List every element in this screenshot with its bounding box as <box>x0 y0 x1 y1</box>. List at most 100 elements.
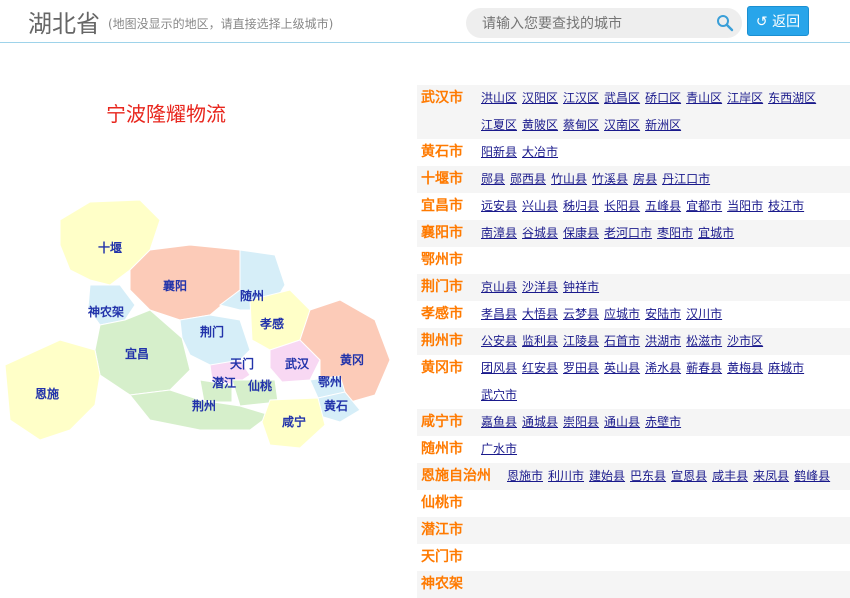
district-link[interactable]: 枝江市 <box>768 193 804 220</box>
district-link[interactable]: 汉川市 <box>686 301 722 328</box>
district-link[interactable]: 洪湖市 <box>645 328 681 355</box>
district-link[interactable]: 公安县 <box>481 328 517 355</box>
district-link[interactable]: 恩施市 <box>507 463 543 490</box>
district-link[interactable]: 麻城市 <box>768 355 804 382</box>
district-link[interactable]: 石首市 <box>604 328 640 355</box>
map-label: 仙桃 <box>248 378 272 393</box>
district-link[interactable]: 赤壁市 <box>645 409 681 436</box>
city-link[interactable]: 黄石市 <box>417 139 481 166</box>
back-button[interactable]: ↺ 返回 <box>747 6 809 36</box>
district-link[interactable]: 嘉鱼县 <box>481 409 517 436</box>
district-link[interactable]: 五峰县 <box>645 193 681 220</box>
search-input[interactable] <box>480 14 704 34</box>
district-link[interactable]: 当阳市 <box>727 193 763 220</box>
district-link[interactable]: 谷城县 <box>522 220 558 247</box>
district-link[interactable]: 汉南区 <box>604 112 640 139</box>
city-link[interactable]: 襄阳市 <box>417 220 481 247</box>
city-link[interactable]: 宜昌市 <box>417 193 481 220</box>
district-link[interactable]: 安陆市 <box>645 301 681 328</box>
city-link[interactable]: 天门市 <box>417 544 481 571</box>
district-link[interactable]: 保康县 <box>563 220 599 247</box>
district-link[interactable]: 武昌区 <box>604 85 640 112</box>
district-link[interactable]: 崇阳县 <box>563 409 599 436</box>
district-link[interactable]: 红安县 <box>522 355 558 382</box>
district-link[interactable]: 阳新县 <box>481 139 517 166</box>
city-link[interactable]: 荆州市 <box>417 328 481 355</box>
city-link[interactable]: 神农架 <box>417 571 481 598</box>
map-label: 襄阳 <box>162 278 187 293</box>
header: 湖北省 (地图没显示的地区，请直接选择上级城市) ↺ 返回 <box>0 0 850 43</box>
district-link[interactable]: 利川市 <box>548 463 584 490</box>
district-link[interactable]: 宜都市 <box>686 193 722 220</box>
district-link[interactable]: 丹江口市 <box>662 166 710 193</box>
district-link[interactable]: 青山区 <box>686 85 722 112</box>
city-row: 仙桃市 <box>417 490 850 517</box>
district-link[interactable]: 孝昌县 <box>481 301 517 328</box>
district-link[interactable]: 武穴市 <box>481 382 517 409</box>
district-link[interactable]: 来凤县 <box>753 463 789 490</box>
city-link[interactable]: 仙桃市 <box>417 490 481 517</box>
district-link[interactable]: 蕲春县 <box>686 355 722 382</box>
district-link[interactable]: 沙洋县 <box>522 274 558 301</box>
district-link[interactable]: 远安县 <box>481 193 517 220</box>
city-link[interactable]: 黄冈市 <box>417 355 481 382</box>
district-link[interactable]: 秭归县 <box>563 193 599 220</box>
district-link[interactable]: 宣恩县 <box>671 463 707 490</box>
district-link[interactable]: 宜城市 <box>698 220 734 247</box>
district-link[interactable]: 郧县 <box>481 166 505 193</box>
city-row: 黄冈市 团风县 红安县 罗田县 英山县 浠水县 蕲春县 黄梅县 麻城市武穴市 <box>417 355 850 409</box>
district-link[interactable]: 罗田县 <box>563 355 599 382</box>
district-link[interactable]: 兴山县 <box>522 193 558 220</box>
district-link[interactable]: 巴东县 <box>630 463 666 490</box>
city-link[interactable]: 孝感市 <box>417 301 481 328</box>
district-link[interactable]: 竹溪县 <box>592 166 628 193</box>
district-link[interactable]: 蔡甸区 <box>563 112 599 139</box>
city-link[interactable]: 随州市 <box>417 436 481 463</box>
city-link[interactable]: 恩施自治州 <box>417 463 507 490</box>
city-link[interactable]: 十堰市 <box>417 166 481 193</box>
district-link[interactable]: 黄陂区 <box>522 112 558 139</box>
district-link[interactable]: 英山县 <box>604 355 640 382</box>
district-link[interactable]: 东西湖区 <box>768 85 816 112</box>
district-link[interactable]: 大悟县 <box>522 301 558 328</box>
city-link[interactable]: 武汉市 <box>417 85 481 112</box>
district-link[interactable]: 钟祥市 <box>563 274 599 301</box>
district-link[interactable]: 江夏区 <box>481 112 517 139</box>
district-link[interactable]: 云梦县 <box>563 301 599 328</box>
district-link[interactable]: 房县 <box>633 166 657 193</box>
district-link[interactable]: 通山县 <box>604 409 640 436</box>
district-link[interactable]: 浠水县 <box>645 355 681 382</box>
district-link[interactable]: 汉阳区 <box>522 85 558 112</box>
district-link[interactable]: 江陵县 <box>563 328 599 355</box>
district-link[interactable]: 应城市 <box>604 301 640 328</box>
district-link[interactable]: 大冶市 <box>522 139 558 166</box>
district-link[interactable]: 新洲区 <box>645 112 681 139</box>
district-link[interactable]: 监利县 <box>522 328 558 355</box>
district-link[interactable]: 广水市 <box>481 436 517 463</box>
district-link[interactable]: 枣阳市 <box>657 220 693 247</box>
district-link[interactable]: 通城县 <box>522 409 558 436</box>
district-link[interactable]: 鹤峰县 <box>794 463 830 490</box>
district-link[interactable]: 洪山区 <box>481 85 517 112</box>
city-link[interactable]: 鄂州市 <box>417 247 481 274</box>
city-link[interactable]: 咸宁市 <box>417 409 481 436</box>
district-link[interactable]: 江岸区 <box>727 85 763 112</box>
map-label: 宜昌 <box>125 346 149 361</box>
district-link[interactable]: 松滋市 <box>686 328 722 355</box>
district-link[interactable]: 咸丰县 <box>712 463 748 490</box>
district-link[interactable]: 沙市区 <box>727 328 763 355</box>
district-link[interactable]: 硚口区 <box>645 85 681 112</box>
district-link[interactable]: 黄梅县 <box>727 355 763 382</box>
city-link[interactable]: 荆门市 <box>417 274 481 301</box>
district-link[interactable]: 老河口市 <box>604 220 652 247</box>
district-link[interactable]: 建始县 <box>589 463 625 490</box>
district-link[interactable]: 江汉区 <box>563 85 599 112</box>
district-link[interactable]: 郧西县 <box>510 166 546 193</box>
district-link[interactable]: 竹山县 <box>551 166 587 193</box>
city-link[interactable]: 潜江市 <box>417 517 481 544</box>
district-link[interactable]: 京山县 <box>481 274 517 301</box>
district-link[interactable]: 长阳县 <box>604 193 640 220</box>
district-link[interactable]: 团风县 <box>481 355 517 382</box>
search-icon[interactable] <box>716 14 734 32</box>
district-link[interactable]: 南漳县 <box>481 220 517 247</box>
